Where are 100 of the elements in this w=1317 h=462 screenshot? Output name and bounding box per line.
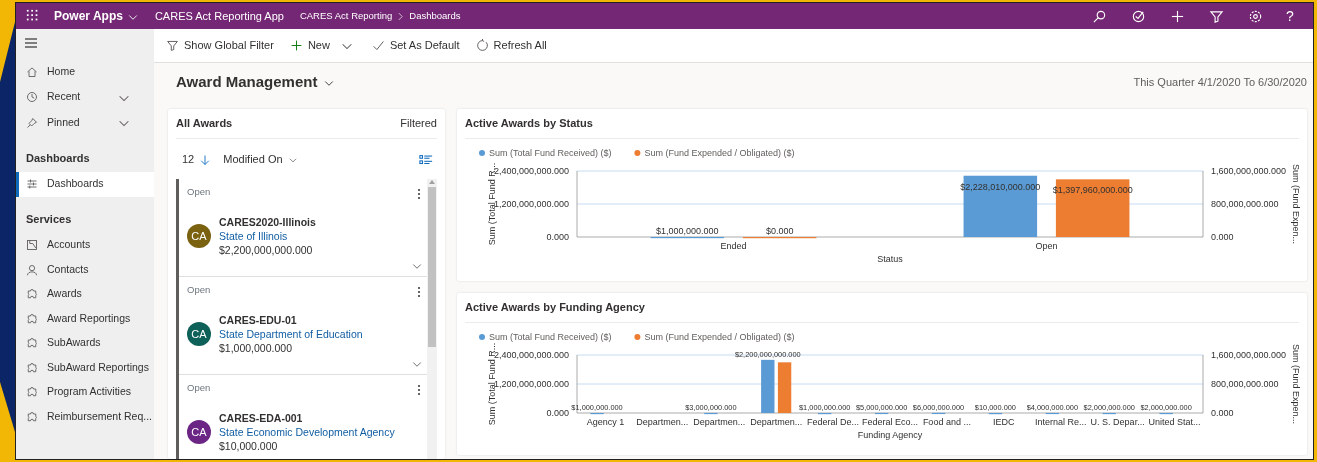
nav-item[interactable]: Award Reportings — [16, 306, 154, 331]
record-amount: $2,200,000,000.000 — [219, 243, 314, 258]
avatar: CA — [187, 224, 211, 249]
home-icon — [26, 65, 38, 78]
category-label: Departmen... — [750, 417, 803, 427]
toolbar-button[interactable]: Refresh All — [469, 35, 553, 56]
date-range: This Quarter 4/1/2020 To 6/30/2020 — [1133, 74, 1307, 90]
settings-icon[interactable] — [1248, 8, 1263, 24]
more-icon[interactable] — [417, 187, 421, 200]
record-status: Open — [187, 381, 212, 395]
axis-title: Funding Agency — [857, 430, 923, 440]
axis-title: Status — [877, 254, 903, 264]
axis-tick-label: 1,600,000,000.000 — [1211, 166, 1287, 176]
chevron-right-icon — [396, 12, 406, 22]
account-link[interactable]: State Department of Education — [219, 327, 363, 342]
waffle-icon[interactable] — [26, 9, 40, 23]
refresh-icon — [475, 39, 489, 52]
category-label: Departmen... — [693, 417, 746, 427]
axis-tick-label: 0.000 — [1211, 232, 1234, 242]
filter-status: Filtered — [400, 116, 437, 132]
axis-tick-label: 1,600,000,000.000 — [1211, 350, 1287, 360]
toolbar-button[interactable]: Set As Default — [365, 35, 466, 56]
avatar: CA — [187, 322, 211, 347]
pin-icon — [26, 116, 38, 129]
category-label: Open — [1035, 241, 1058, 251]
puzzle-icon — [26, 410, 38, 423]
dashboard-icon — [26, 178, 38, 191]
section-heading: Services — [25, 211, 73, 227]
nav-item[interactable]: Contacts — [16, 257, 154, 282]
more-icon[interactable] — [417, 383, 421, 396]
menu-icon[interactable] — [24, 36, 38, 49]
nav-item[interactable]: Reimbursement Req... — [16, 404, 154, 429]
record-amount: $1,000,000.000 — [219, 341, 293, 356]
nav-item[interactable]: SubAward Reportings — [16, 355, 154, 380]
scrollbar-thumb[interactable] — [428, 187, 436, 347]
axis-title: Sum (Fund Expen... — [1291, 164, 1301, 244]
chart-bar — [1045, 412, 1059, 415]
filter-icon[interactable] — [1209, 8, 1224, 24]
record-name: CARES2020-Illinois — [219, 215, 316, 230]
nav-item[interactable]: Home — [16, 59, 154, 85]
person-icon — [26, 263, 38, 276]
clock-icon — [26, 91, 38, 104]
category-label: Agency 1 — [586, 417, 625, 427]
nav-item[interactable]: Awards — [16, 282, 154, 307]
breadcrumb-link[interactable]: Dashboards — [409, 8, 461, 24]
puzzle-icon — [26, 337, 38, 350]
record-status: Open — [187, 283, 212, 297]
chart-bar — [1159, 412, 1173, 415]
category-label: Internal Re... — [1034, 417, 1087, 427]
legend-item: Sum (Fund Expended / Obligated) ($) — [634, 148, 795, 158]
nav-item[interactable]: Pinned — [16, 110, 154, 136]
nav-item[interactable]: Dashboards — [16, 172, 154, 197]
nav-item[interactable]: SubAwards — [16, 331, 154, 356]
category-label: IEDC — [993, 417, 1015, 427]
puzzle-icon — [26, 288, 38, 301]
brand-name: Power Apps — [54, 8, 123, 25]
axis-tick-label: 800,000,000.000 — [1211, 379, 1279, 389]
chart-bar — [761, 359, 775, 413]
chart-bar — [1102, 412, 1116, 415]
sort-direction-button[interactable]: 12 — [176, 148, 218, 170]
legend-item: Sum (Total Fund Received) ($) — [479, 148, 612, 158]
toolbar-button[interactable]: Show Global Filter — [160, 35, 280, 56]
toolbar-button[interactable]: New — [283, 35, 336, 56]
nav-item[interactable]: Accounts — [16, 233, 154, 258]
section-heading: Dashboards — [25, 150, 91, 166]
panel-title: All Awards — [176, 116, 233, 132]
puzzle-icon — [26, 312, 38, 325]
data-label: $0.000 — [765, 226, 794, 236]
more-icon[interactable] — [417, 285, 421, 298]
chart-bar — [874, 412, 889, 415]
axis-tick-label: 0.000 — [546, 408, 569, 418]
help-button[interactable]: ? — [1275, 3, 1305, 29]
chart-title: Active Awards by Status — [465, 116, 593, 132]
record-name: CARES-EDA-001 — [219, 411, 304, 426]
axis-tick-label: 0.000 — [1211, 408, 1234, 418]
account-link[interactable]: State of Illinois — [219, 229, 316, 244]
nav-item[interactable]: Program Activities — [16, 380, 154, 405]
account-link[interactable]: State Economic Development Agency — [219, 425, 395, 440]
category-label: Food and ... — [922, 417, 971, 427]
chart-title: Active Awards by Funding Agency — [465, 300, 645, 316]
nav-item[interactable]: Recent — [16, 84, 154, 110]
plus-icon — [289, 39, 303, 52]
target-icon[interactable] — [1131, 8, 1146, 24]
dashboard-selector[interactable]: Award Management — [168, 70, 336, 94]
record-amount: $10,000.000 — [219, 439, 279, 454]
axis-title: Sum (Fund Expen... — [1291, 344, 1301, 424]
search-icon[interactable] — [1092, 8, 1107, 24]
puzzle-icon — [26, 361, 38, 374]
record-status: Open — [187, 185, 212, 199]
puzzle-icon — [26, 386, 38, 399]
data-label: $1,000,000.000 — [656, 225, 719, 236]
avatar: CA — [187, 420, 211, 445]
arrow-down-icon — [199, 153, 212, 166]
view-list-icon[interactable] — [419, 152, 433, 167]
breadcrumb-link[interactable]: CARES Act Reporting — [299, 8, 393, 24]
chart-bar — [777, 362, 792, 413]
category-label: Federal Eco... — [862, 417, 918, 427]
plus-icon[interactable] — [1170, 8, 1185, 24]
category-label: Ended — [720, 241, 747, 251]
sort-field-button[interactable]: Modified On — [217, 148, 304, 170]
